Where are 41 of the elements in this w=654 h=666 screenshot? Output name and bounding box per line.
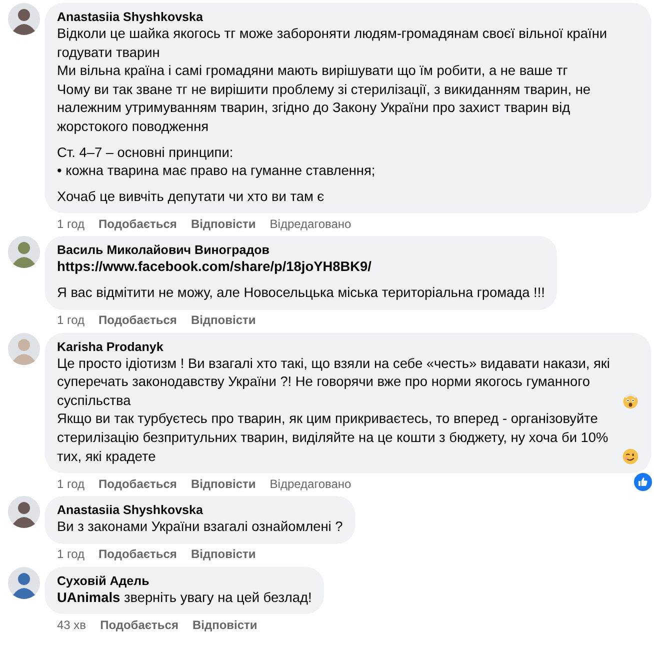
avatar[interactable] [8,496,40,528]
avatar[interactable] [8,236,40,268]
shocked-face-icon [622,392,639,410]
reply-button[interactable]: Відповісти [192,618,258,632]
like-button[interactable]: Подобається [100,618,178,632]
avatar[interactable] [8,566,40,599]
like-button[interactable]: Подобається [98,216,177,231]
author-name[interactable]: Anastasiia Shyshkovska [57,9,639,25]
comment-text: Це просто ідіотизм ! Ви взагалі хто такі, що взяли на себе «честь» видавати накази, які суперечать законодавству України ?! Не говорячи вже про норми якогось гуманного суспільства [57,354,611,410]
comment-text: Ст. 4–7 – основні принципи: [57,144,234,162]
comment-text: Якщо ви так турбуєтесь про тварин, як цим прикриваєтесь, то вперед - організовуйте стерилізацію безпритульних тварин, виділяйте на це кошти з бюджету, ну хоча би 10% тих, які крадете [57,410,610,466]
winking-face-icon [622,448,639,466]
comment-text: Чому ви так зване тг не вирішити проблему зі стерилізації, з викиданням тварин, не належним утримуванням тварин, згідно до Закону України про захист тварин від жорстокого поводження [57,80,592,136]
author-name[interactable]: Anastasiia Shyshkovska [57,502,343,518]
author-name[interactable]: Karisha Prodanyk [57,338,639,355]
like-button[interactable]: Подобається [98,547,177,562]
timestamp-link[interactable]: 1 год [57,476,85,491]
comment-text: Хочаб це вивчіть депутати чи хто ви там є [57,188,324,206]
reply-button[interactable]: Відповісти [190,216,256,231]
like-button[interactable]: Подобається [98,476,177,491]
timestamp-link[interactable]: 1 год [57,216,85,231]
comment-text: Ви з законами України взагалі ознайомлені ? [57,518,343,536]
like-reaction-icon[interactable] [634,472,652,491]
reply-button[interactable]: Відповісти [190,547,256,562]
author-name[interactable]: Василь Миколайович Виноградов [57,242,545,258]
timestamp-link[interactable]: 43 хв [57,618,86,632]
timestamp-link[interactable]: 1 год [57,547,85,562]
avatar[interactable] [8,3,40,35]
comment-text: Я вас відмітити не можу, але Новосельцька міська територіальна громада !!! [57,284,545,302]
edited-label: Відредаговано [270,476,352,491]
link[interactable]: https://www.facebook.com/share/p/18joYH8BK9/ [57,258,372,277]
comment-text: UAnimals зверніть увагу на цей безлад! [57,588,312,607]
reply-button[interactable]: Відповісти [190,313,256,328]
reply-button[interactable]: Відповісти [190,476,256,491]
comment-text: Ми вільна країна і самі громадяни мають вирішувати що їм робити, а не ваше тг [57,62,568,80]
author-name[interactable]: Суховій Адель [57,572,312,589]
comment-text: Відколи це шайка якогось тг може забороняти людям-громадянам своєї вільної країни годувати тварин [57,25,608,62]
edited-label: Відредаговано [270,216,352,231]
comment-text: • кожна тварина має право на гуманне ставлення; [57,162,376,180]
timestamp-link[interactable]: 1 год [57,313,85,328]
like-button[interactable]: Подобається [98,313,177,328]
